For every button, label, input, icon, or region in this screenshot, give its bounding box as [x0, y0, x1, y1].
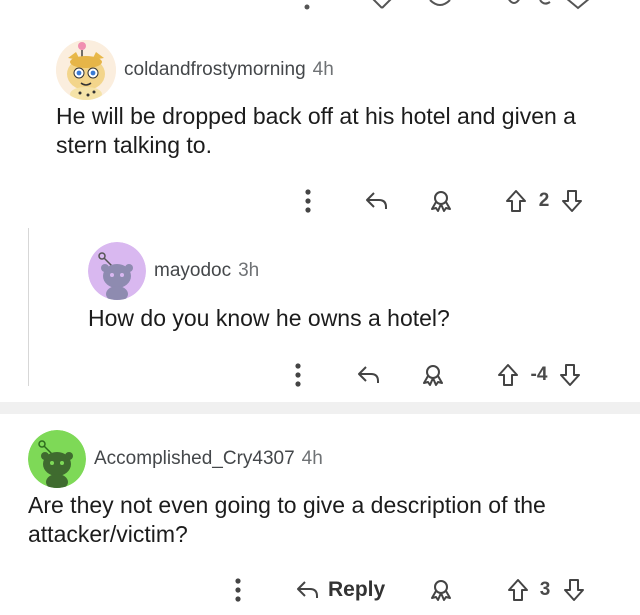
upvote-button[interactable]	[504, 575, 532, 605]
snoo-avatar-icon	[28, 430, 86, 488]
author-name[interactable]: mayodoc	[154, 260, 231, 282]
vote-count: 2	[532, 186, 556, 216]
vote-count: 3	[534, 575, 556, 605]
clipped-icons-icon	[304, 0, 590, 10]
author-name[interactable]: Accomplished_Cry4307	[94, 448, 295, 470]
reply-arrow-icon	[358, 366, 379, 383]
upvote-icon	[498, 364, 518, 386]
award-icon	[431, 580, 451, 601]
downvote-icon	[560, 364, 580, 386]
more-button[interactable]	[286, 360, 310, 390]
reply-arrow-icon	[297, 581, 318, 598]
reply-button[interactable]	[362, 186, 392, 216]
more-vertical-icon	[235, 578, 241, 602]
avatar[interactable]	[28, 430, 86, 488]
award-button[interactable]	[426, 186, 456, 216]
upvote-button[interactable]	[494, 360, 522, 390]
thread-line	[28, 228, 29, 386]
vote-count: -4	[524, 360, 554, 390]
downvote-icon	[562, 190, 582, 212]
cat-avatar-icon	[56, 40, 116, 100]
upvote-icon	[506, 190, 526, 212]
downvote-icon	[564, 579, 584, 601]
comment-separator	[0, 402, 640, 414]
comment-body: How do you know he owns a hotel?	[88, 305, 450, 331]
comment-time: 4h	[301, 448, 323, 469]
reply-button[interactable]	[354, 360, 384, 390]
downvote-button[interactable]	[560, 575, 588, 605]
reply-label: Reply	[328, 578, 386, 601]
comment-body: Are they not even going to give a descri…	[28, 492, 546, 547]
downvote-button[interactable]	[558, 186, 586, 216]
downvote-button[interactable]	[556, 360, 584, 390]
award-icon	[431, 191, 451, 212]
more-button[interactable]	[296, 186, 320, 216]
avatar[interactable]	[56, 40, 116, 100]
comment-body: He will be dropped back off at his hotel…	[56, 103, 576, 158]
snoo-avatar-icon	[88, 242, 146, 300]
clipped-action-row	[0, 0, 640, 14]
award-icon	[423, 365, 443, 386]
avatar[interactable]	[88, 242, 146, 300]
more-vertical-icon	[305, 189, 311, 213]
reply-button[interactable]: Reply	[296, 575, 396, 605]
vote-count-text: -4	[530, 364, 548, 385]
comment-time: 3h	[238, 260, 260, 281]
more-button[interactable]	[226, 575, 250, 605]
author-name[interactable]: coldandfrostymorning	[124, 59, 306, 81]
vote-count-text: 2	[538, 190, 550, 211]
reply-arrow-icon	[366, 192, 387, 209]
more-vertical-icon	[295, 363, 301, 387]
comment-time: 4h	[312, 59, 334, 80]
upvote-icon	[508, 579, 528, 601]
award-button[interactable]	[418, 360, 448, 390]
vote-count-text: 3	[539, 579, 551, 600]
upvote-button[interactable]	[502, 186, 530, 216]
award-button[interactable]	[426, 575, 456, 605]
